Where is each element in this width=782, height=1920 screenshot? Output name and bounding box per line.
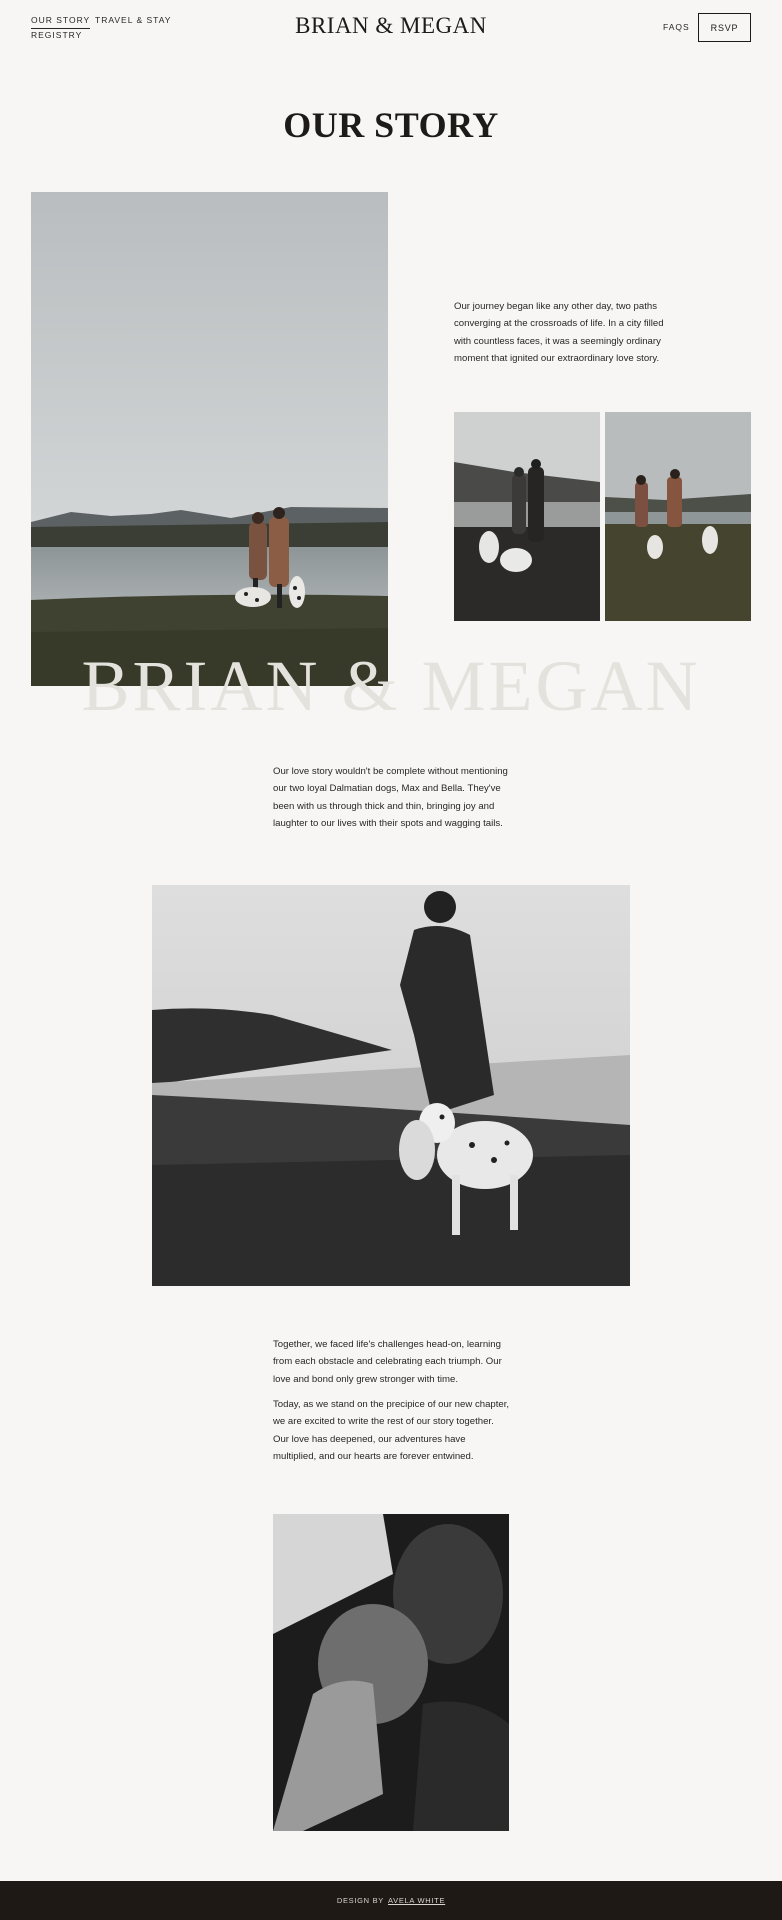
rsvp-button[interactable]: RSVP: [698, 13, 751, 42]
nav-faqs[interactable]: FAQS: [663, 22, 690, 32]
designer-link[interactable]: AVELA WHITE: [388, 1896, 445, 1905]
couple-kiss-photo: [454, 412, 600, 621]
page-title: OUR STORY: [283, 105, 499, 145]
dogs-paragraph: Our love story wouldn't be complete with…: [273, 766, 508, 830]
couple-closeup-photo: [273, 1514, 509, 1831]
footer-credit: DESIGN BY: [336, 1896, 384, 1905]
watermark-names: BRIAN & MEGAN: [81, 646, 701, 726]
intro-paragraph: Our journey began like any other day, tw…: [454, 301, 664, 365]
today-paragraph: Today, as we stand on the precipice of o…: [273, 1399, 510, 1463]
couple-walking-photo: [605, 412, 751, 621]
together-paragraph: Together, we faced life's challenges hea…: [273, 1339, 502, 1385]
man-with-dogs-photo: [152, 885, 630, 1286]
couple-lake-photo: [31, 192, 388, 686]
site-footer: DESIGN BY AVELA WHITE: [0, 1881, 782, 1920]
